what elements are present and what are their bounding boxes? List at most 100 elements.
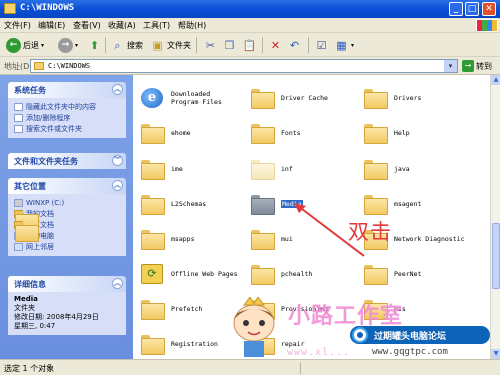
- toolbar-separator: [196, 37, 197, 53]
- file-item-peernet[interactable]: PeerNet: [364, 261, 421, 287]
- file-label: Driver Cache: [281, 94, 328, 102]
- paste-button[interactable]: 📋: [242, 36, 257, 54]
- watermark-url-faint: www.xl...: [287, 347, 351, 358]
- up-button[interactable]: ⬆: [87, 36, 102, 54]
- menu-view[interactable]: 查看(V): [73, 20, 101, 31]
- file-item-ehome[interactable]: ehome: [141, 120, 191, 146]
- collapse-icon[interactable]: ︽: [112, 278, 123, 289]
- collapse-icon[interactable]: ︽: [112, 84, 123, 95]
- toolbar-separator: [105, 37, 106, 53]
- file-item-msagent[interactable]: msagent: [364, 191, 421, 217]
- file-item-fonts[interactable]: Fonts: [251, 120, 301, 146]
- search-button[interactable]: ⌕ 搜索: [110, 36, 143, 54]
- paste-icon: 📋: [242, 38, 257, 52]
- hide-contents-icon: [14, 102, 23, 111]
- task-hide-contents[interactable]: 隐藏此文件夹中的内容: [14, 101, 122, 112]
- chevron-down-icon: ▾: [351, 41, 355, 49]
- other-places-header[interactable]: 其它位置 ︽: [8, 178, 126, 194]
- menu-file[interactable]: 文件(F): [4, 20, 31, 31]
- system-tasks-header[interactable]: 系统任务 ︽: [8, 82, 126, 98]
- place-drive-c[interactable]: WINXP (C:): [14, 197, 122, 208]
- copy-icon: ❐: [224, 38, 235, 52]
- back-button[interactable]: ← 后退 ▾: [6, 36, 44, 54]
- file-item-l2schemas[interactable]: L2Schemas: [141, 191, 206, 217]
- folders-label: 文件夹: [167, 40, 191, 50]
- task-label: 添加/删除程序: [26, 113, 71, 122]
- copy-button[interactable]: ❐: [222, 36, 237, 54]
- forum-logo-icon: [352, 327, 368, 343]
- file-item-pchealth[interactable]: pchealth: [251, 261, 312, 287]
- status-text: 选定 1 个对象: [4, 364, 55, 373]
- file-item-downloaded-program-files[interactable]: e Downloaded Program Files: [141, 85, 241, 111]
- address-label: 地址(D): [4, 62, 33, 71]
- back-label: 后退: [23, 40, 39, 50]
- file-label: ime: [171, 165, 183, 173]
- file-item-registration[interactable]: Registration: [141, 331, 218, 357]
- file-item-mui[interactable]: mui: [251, 226, 293, 252]
- file-label: Downloaded Program Files: [171, 90, 222, 106]
- watermark-url: www.gqgtpc.com: [372, 347, 448, 357]
- maximize-button[interactable]: □: [465, 2, 479, 16]
- add-remove-programs-icon: [14, 113, 23, 122]
- folder-icon: [251, 230, 275, 250]
- file-item-java[interactable]: java: [364, 156, 410, 182]
- chevron-down-icon[interactable]: ▾: [444, 60, 457, 72]
- file-item-offline-web-pages[interactable]: ⟳ Offline Web Pages: [141, 261, 238, 287]
- cut-button[interactable]: ✂: [203, 36, 218, 54]
- file-tasks-panel: 文件和文件夹任务 ︾: [8, 153, 126, 169]
- go-button[interactable]: → 转到: [462, 59, 492, 73]
- folder-icon: [141, 300, 165, 320]
- ie-icon: e: [141, 88, 163, 108]
- place-my-documents[interactable]: 我的文档: [14, 208, 122, 231]
- file-item-msapps[interactable]: msapps: [141, 226, 194, 252]
- details-name: Media: [14, 295, 38, 303]
- details-header[interactable]: 详细信息 ︽: [8, 276, 126, 292]
- system-tasks-panel: 系统任务 ︽ 隐藏此文件夹中的内容 添加/删除程序 搜索文件或文件夹: [8, 82, 126, 138]
- file-item-prefetch[interactable]: Prefetch: [141, 296, 202, 322]
- watermark-site-title: 过期罐头电脑论坛: [374, 332, 447, 342]
- file-label: ehome: [171, 129, 191, 137]
- drive-icon: [14, 198, 23, 207]
- status-bar: 选定 1 个对象: [0, 359, 500, 375]
- file-label: Offline Web Pages: [171, 270, 238, 278]
- close-button[interactable]: ✕: [482, 2, 496, 16]
- menu-tools[interactable]: 工具(T): [143, 20, 170, 31]
- file-item-ime[interactable]: ime: [141, 156, 183, 182]
- file-item-inf[interactable]: inf: [251, 156, 293, 182]
- title-bar[interactable]: C:\WINDOWS _ □ ✕: [0, 0, 500, 18]
- vertical-scrollbar[interactable]: ▲ ▼: [490, 75, 500, 359]
- system-tasks-body: 隐藏此文件夹中的内容 添加/删除程序 搜索文件或文件夹: [8, 98, 126, 138]
- file-item-drivers[interactable]: Drivers: [364, 85, 421, 111]
- undo-button[interactable]: ↶: [287, 36, 302, 54]
- minimize-button[interactable]: _: [449, 2, 463, 16]
- scroll-up-icon[interactable]: ▲: [491, 75, 500, 85]
- scroll-down-icon[interactable]: ▼: [491, 349, 500, 359]
- folders-button[interactable]: ▣ 文件夹: [150, 36, 191, 54]
- collapse-icon[interactable]: ︽: [112, 180, 123, 191]
- file-tasks-header[interactable]: 文件和文件夹任务 ︾: [8, 153, 126, 169]
- file-item-driver-cache[interactable]: Driver Cache: [251, 85, 328, 111]
- menu-help[interactable]: 帮助(H): [178, 20, 206, 31]
- delete-button[interactable]: ✕: [268, 36, 283, 54]
- address-input[interactable]: C:\WINDOWS ▾: [30, 59, 458, 73]
- properties-button[interactable]: ☑: [314, 36, 329, 54]
- views-button[interactable]: ▦ ▾: [334, 36, 354, 54]
- menu-edit[interactable]: 编辑(E): [38, 20, 65, 31]
- task-search-files[interactable]: 搜索文件或文件夹: [14, 123, 122, 134]
- folder-icon: [251, 265, 275, 285]
- back-arrow-icon: ←: [6, 37, 21, 53]
- scroll-thumb[interactable]: [492, 223, 500, 289]
- other-places-body: WINXP (C:) 我的文档 共享文档 我的电脑 网上邻居: [8, 194, 126, 256]
- status-divider: [300, 362, 301, 374]
- expand-icon[interactable]: ︾: [112, 155, 123, 166]
- task-pane: 系统任务 ︽ 隐藏此文件夹中的内容 添加/删除程序 搜索文件或文件夹 文件和文件…: [0, 75, 133, 359]
- place-network[interactable]: 网上邻居: [14, 241, 122, 252]
- forward-button[interactable]: → ▾: [58, 36, 78, 54]
- details-modified: 修改日期: 2008年4月29日: [14, 313, 99, 321]
- other-places-panel: 其它位置 ︽ WINXP (C:) 我的文档 共享文档 我的电脑 网上邻居: [8, 178, 126, 256]
- file-item-help[interactable]: Help: [364, 120, 410, 146]
- selected-folder-icon: [251, 195, 275, 215]
- toolbar: ← 后退 ▾ → ▾ ⬆ ⌕ 搜索 ▣ 文件夹 ✂ ❐ 📋 ✕ ↶ ☑ ▦ ▾: [0, 33, 500, 57]
- task-add-remove-programs[interactable]: 添加/删除程序: [14, 112, 122, 123]
- menu-favorites[interactable]: 收藏(A): [108, 20, 136, 31]
